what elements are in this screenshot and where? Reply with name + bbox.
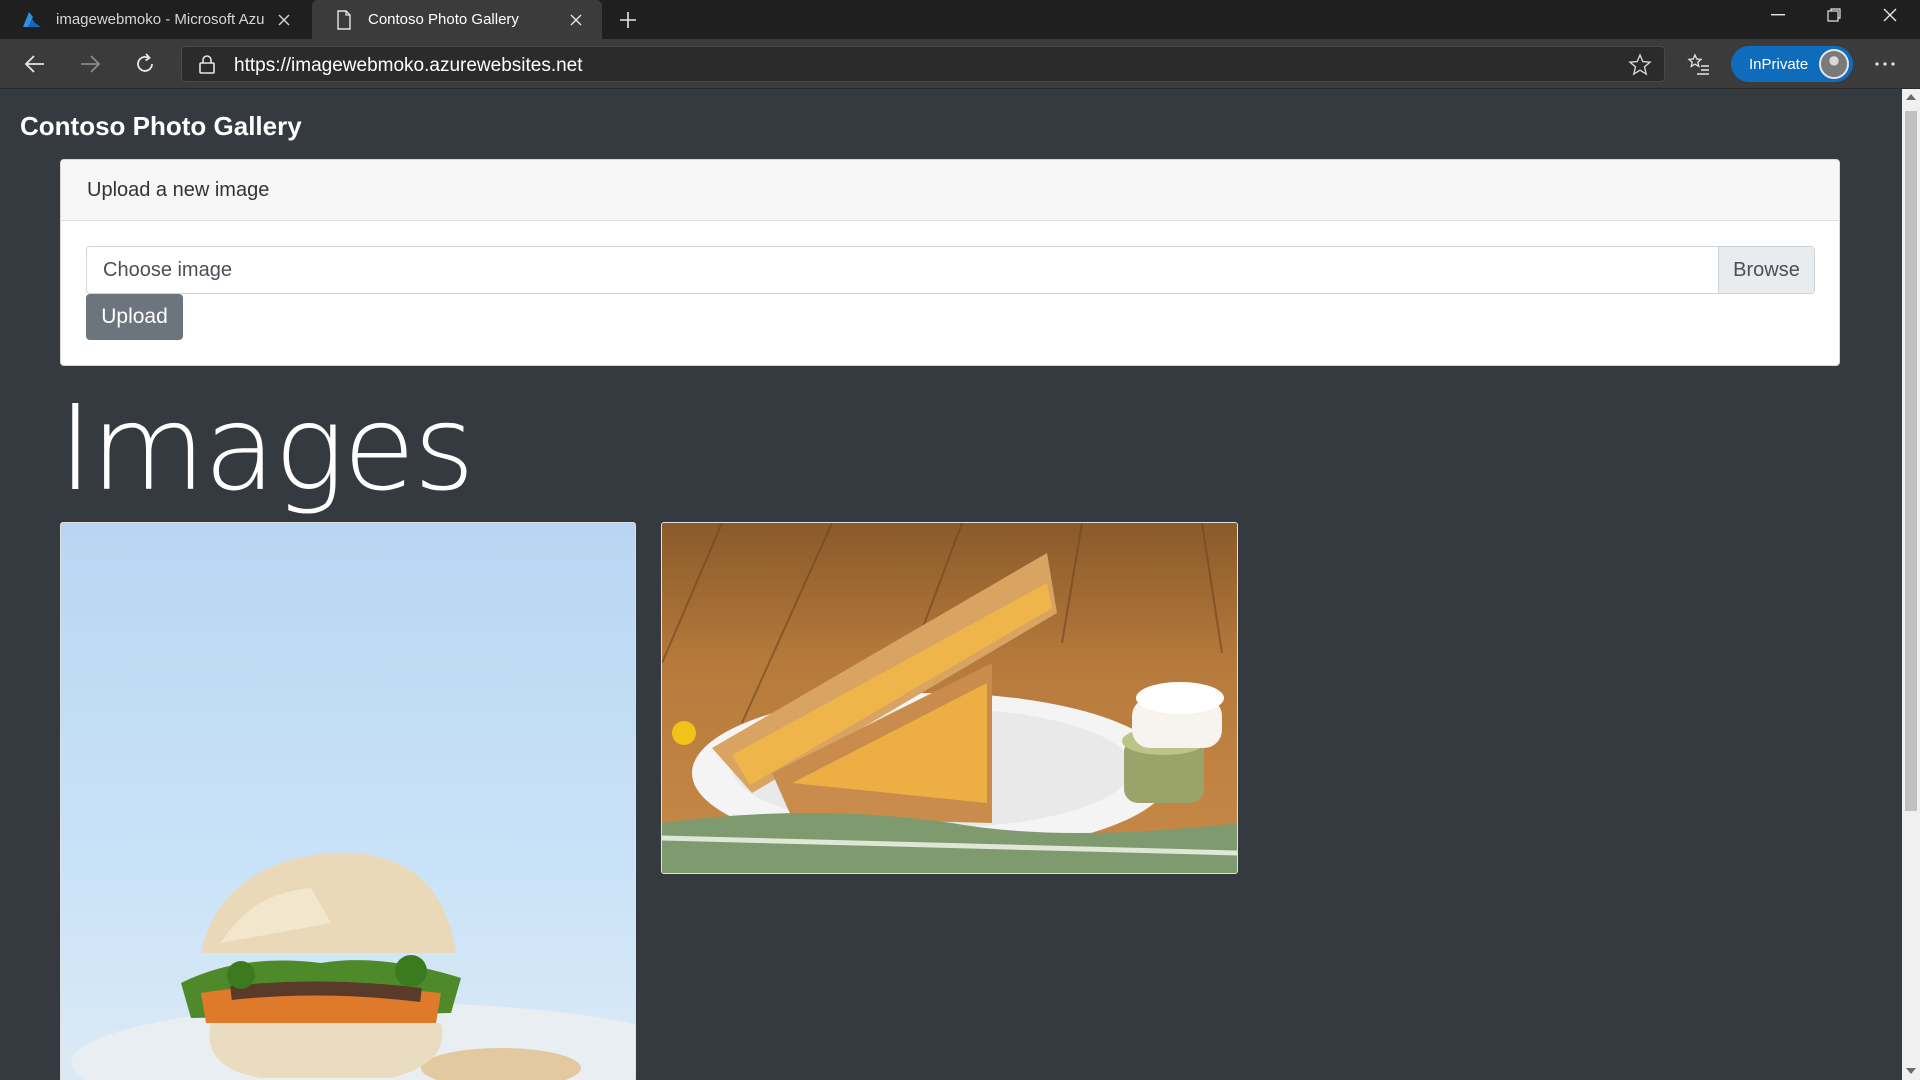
brand-title[interactable]: Contoso Photo Gallery [20, 111, 302, 142]
sandwich-illustration [71, 852, 635, 1080]
back-icon[interactable] [18, 48, 52, 80]
url-protocol: https:// [234, 55, 292, 76]
close-tab-icon[interactable] [566, 10, 586, 30]
upload-card: Upload a new image Choose image Browse U… [60, 159, 1840, 366]
scroll-up-icon[interactable] [1906, 94, 1916, 100]
favorites-list-icon[interactable] [1682, 48, 1716, 80]
browse-button[interactable]: Browse [1718, 247, 1814, 293]
tab-contoso-photo-gallery[interactable]: Contoso Photo Gallery [312, 0, 602, 39]
favorite-star-icon[interactable] [1628, 53, 1652, 77]
images-heading: Images [58, 379, 475, 517]
new-tab-icon[interactable] [614, 6, 642, 34]
browser-toolbar: https://imagewebmoko.azurewebsites.net I… [0, 39, 1920, 89]
refresh-icon[interactable] [128, 48, 162, 80]
close-window-icon[interactable] [1862, 0, 1918, 30]
page-scrollbar[interactable] [1902, 89, 1920, 1080]
gallery-image-1[interactable] [60, 522, 636, 1080]
inprivate-button[interactable]: InPrivate [1731, 46, 1853, 82]
tab-label: Contoso Photo Gallery [368, 11, 519, 28]
page-viewport: Contoso Photo Gallery Upload a new image… [0, 89, 1902, 1080]
page-icon [334, 9, 354, 30]
more-options-icon[interactable] [1868, 48, 1902, 80]
azure-icon [22, 10, 42, 30]
tab-azure-portal[interactable]: imagewebmoko - Microsoft Azu [0, 0, 310, 39]
profile-avatar [1819, 49, 1849, 79]
image-file-input[interactable]: Choose image Browse [86, 246, 1815, 294]
close-tab-icon[interactable] [274, 10, 294, 30]
scrollbar-thumb[interactable] [1905, 111, 1917, 811]
browser-tab-strip: imagewebmoko - Microsoft Azu Contoso Pho… [0, 0, 1920, 39]
restore-icon[interactable] [1806, 0, 1862, 30]
address-bar[interactable]: https://imagewebmoko.azurewebsites.net [181, 46, 1665, 82]
lock-icon[interactable] [198, 54, 218, 74]
gallery-image-2[interactable] [661, 522, 1238, 874]
file-input-placeholder: Choose image [103, 259, 232, 281]
url-text: https://imagewebmoko.azurewebsites.net [234, 55, 583, 77]
minimize-icon[interactable] [1750, 0, 1806, 30]
inprivate-label: InPrivate [1749, 55, 1809, 73]
grilled-sandwich-illustration [662, 523, 1237, 873]
upload-card-header: Upload a new image [61, 160, 1839, 221]
upload-button[interactable]: Upload [86, 294, 183, 340]
scroll-down-icon[interactable] [1906, 1068, 1916, 1074]
tab-label: imagewebmoko - Microsoft Azu [56, 11, 265, 28]
forward-icon[interactable] [73, 48, 107, 80]
url-host: imagewebmoko.azurewebsites.net [291, 55, 583, 76]
